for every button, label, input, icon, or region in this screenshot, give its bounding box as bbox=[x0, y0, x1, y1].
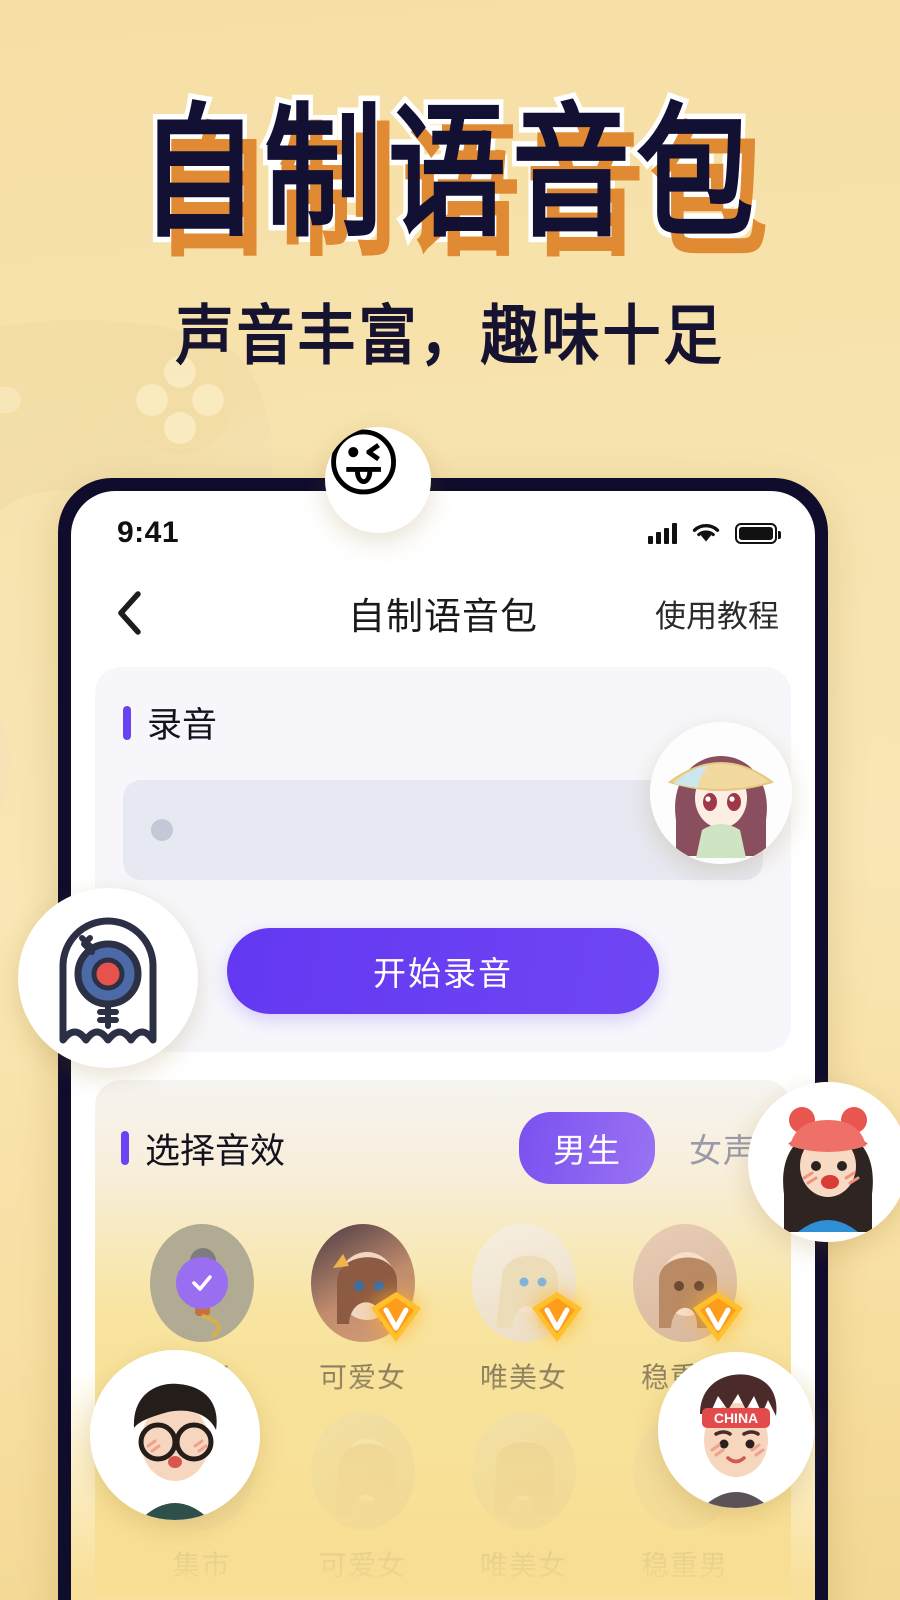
effects-card: 选择音效 男生 女声 可爱女 唯美女 集市 可爱女 唯美女 稳重男 bbox=[95, 1080, 791, 1594]
effect-avatar-wrap bbox=[632, 1224, 743, 1342]
selected-check-badge bbox=[175, 1257, 228, 1309]
battery-full-icon bbox=[735, 522, 781, 544]
effect-label: 唯美女 bbox=[479, 1361, 567, 1394]
effect-label: 可爱女 bbox=[318, 1361, 406, 1394]
effect-item[interactable]: 唯美女 bbox=[443, 1412, 604, 1584]
effect-avatar-wrap bbox=[149, 1224, 254, 1342]
status-time: 9:41 bbox=[117, 516, 180, 549]
boy-round-glasses-icon bbox=[90, 1350, 260, 1520]
vip-badge-icon bbox=[692, 1292, 743, 1342]
start-record-button[interactable]: 开始录音 bbox=[227, 928, 659, 1014]
check-icon bbox=[191, 1275, 212, 1291]
anime-girl-strawhat-avatar bbox=[650, 722, 792, 864]
effects-section-title: 选择音效 bbox=[145, 1131, 286, 1172]
vip-badge-icon bbox=[370, 1292, 421, 1342]
boy-china-headband-avatar: CHINA bbox=[658, 1352, 814, 1508]
girl-red-bear-hat-avatar bbox=[748, 1082, 900, 1242]
section-accent-bar bbox=[121, 1131, 129, 1165]
china-headband-text: CHINA bbox=[714, 1410, 758, 1426]
record-section-header: 录音 bbox=[123, 697, 763, 748]
effect-avatar-wrap bbox=[471, 1224, 582, 1342]
effect-avatar bbox=[310, 1412, 415, 1530]
effect-avatar bbox=[471, 1412, 576, 1530]
anime-portrait-icon bbox=[493, 1440, 554, 1516]
tab-female[interactable]: 女声 bbox=[689, 1124, 757, 1172]
effect-avatar-wrap bbox=[310, 1412, 415, 1530]
nav-bar: 自制语音包 使用教程 bbox=[71, 565, 815, 661]
signal-bars-icon bbox=[648, 522, 677, 544]
boy-round-glasses-avatar bbox=[90, 1350, 260, 1520]
poster-stage: 自制语音包 声音丰富，趣味十足 9:41 自制语音包 使用教程 录音 开始录音 … bbox=[0, 0, 900, 1600]
effect-avatar-wrap bbox=[471, 1412, 576, 1530]
effect-item[interactable]: 可爱女 bbox=[282, 1224, 443, 1396]
effect-label: 可爱女 bbox=[318, 1549, 406, 1582]
ghost-mascot-icon bbox=[59, 917, 157, 1044]
tutorial-link[interactable]: 使用教程 bbox=[655, 591, 779, 636]
vip-badge-icon bbox=[531, 1292, 582, 1342]
emoji-wink-tongue-icon: 😜 bbox=[325, 427, 403, 507]
wifi-icon bbox=[692, 524, 720, 542]
poster-title: 自制语音包 bbox=[135, 88, 760, 258]
girl-red-bear-hat-icon bbox=[748, 1082, 900, 1242]
effect-label: 稳重男 bbox=[640, 1549, 728, 1582]
record-card: 录音 开始录音 bbox=[95, 667, 791, 1052]
waveform-dot-icon bbox=[151, 819, 173, 841]
boy-china-headband-icon: CHINA bbox=[658, 1352, 814, 1508]
effect-label: 唯美女 bbox=[479, 1549, 567, 1582]
effect-item[interactable]: 唯美女 bbox=[443, 1224, 604, 1396]
emoji-wink-tongue-avatar: 😜 bbox=[325, 427, 431, 533]
effect-item[interactable]: 可爱女 bbox=[282, 1412, 443, 1584]
poster-subtitle: 声音丰富，趣味十足 bbox=[175, 297, 725, 374]
poster-headline-wrap: 自制语音包 bbox=[0, 89, 900, 256]
effect-label: 集市 bbox=[172, 1549, 231, 1582]
status-bar: 9:41 bbox=[71, 491, 815, 565]
effects-section-header: 选择音效 男生 女声 bbox=[121, 1112, 765, 1184]
effect-avatar-wrap bbox=[310, 1224, 421, 1342]
back-button[interactable] bbox=[105, 589, 153, 637]
voice-gender-tabs: 男生 女声 bbox=[519, 1112, 765, 1184]
tab-male[interactable]: 男生 bbox=[519, 1112, 655, 1184]
record-section-title: 录音 bbox=[147, 706, 218, 746]
anime-girl-strawhat-icon bbox=[650, 722, 792, 864]
chevron-left-icon bbox=[118, 591, 141, 635]
status-icons bbox=[648, 521, 781, 545]
anime-portrait-icon bbox=[334, 1439, 397, 1516]
ghost-mascot-avatar bbox=[18, 888, 198, 1068]
section-accent-bar bbox=[123, 705, 131, 740]
